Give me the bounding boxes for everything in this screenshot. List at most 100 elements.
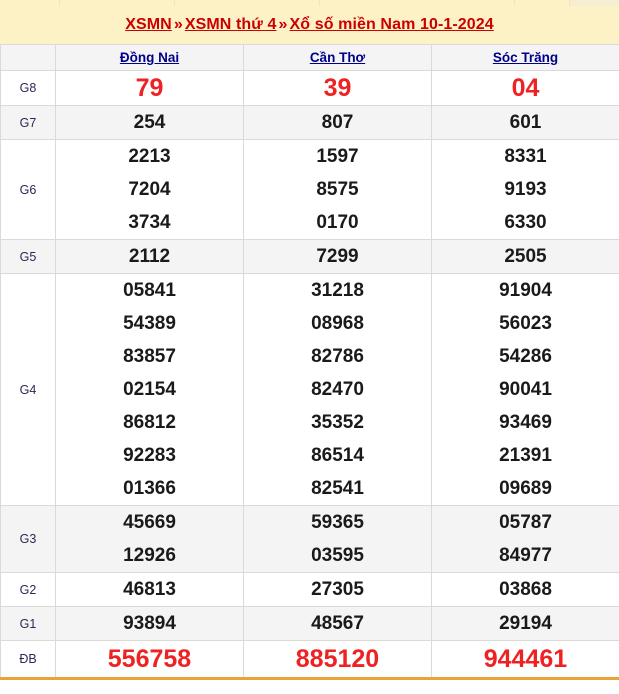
breadcrumb-separator: » (173, 16, 183, 33)
prize-number: 93894 (123, 613, 176, 634)
prize-cell-g2-soc-trang: 03868 (431, 572, 619, 607)
prize-label-g8: G8 (0, 70, 56, 106)
prize-number: 21391 (499, 445, 552, 466)
prize-number: 91904 (499, 280, 552, 301)
column-header-province-2: Cần Thơ (243, 44, 432, 71)
prize-cell-g4-soc-trang: 91904 56023 54286 90041 93469 21391 09689 (431, 273, 619, 506)
table-row-g1: G1 93894 48567 29194 (0, 606, 619, 641)
prize-number: 59365 (311, 512, 364, 533)
prize-number: 90041 (499, 379, 552, 400)
prize-number: 31218 (311, 280, 364, 301)
prize-number: 6330 (504, 212, 547, 233)
tab-fragment (515, 0, 570, 6)
province-link-soc-trang[interactable]: Sóc Trăng (493, 50, 558, 65)
prize-number: 7204 (128, 179, 171, 200)
tab-fragment (570, 0, 619, 6)
prize-number: 944461 (483, 645, 568, 673)
prize-number: 03595 (311, 545, 364, 566)
lottery-results-table: Đồng Nai Cần Thơ Sóc Trăng G8 79 39 04 G7 254… (0, 44, 619, 680)
prize-cell-g1-soc-trang: 29194 (431, 606, 619, 641)
prize-number: 54389 (123, 313, 176, 334)
prize-number: 08968 (311, 313, 364, 334)
tab-fragment (320, 0, 465, 6)
prize-number: 93469 (499, 412, 552, 433)
prize-label-g4: G4 (0, 273, 56, 506)
prize-cell-db-soc-trang: 944461 (431, 640, 619, 680)
prize-number: 9193 (504, 179, 547, 200)
prize-number: 254 (133, 112, 166, 133)
prize-number: 09689 (499, 478, 552, 499)
prize-cell-g3-can-tho: 59365 03595 (243, 505, 432, 573)
column-header-province-3: Sóc Trăng (431, 44, 619, 71)
prize-number: 05787 (499, 512, 552, 533)
prize-number: 601 (509, 112, 542, 133)
prize-cell-g8-soc-trang: 04 (431, 70, 619, 106)
breadcrumb-link-xsmn[interactable]: XSMN (125, 16, 172, 33)
prize-cell-g1-can-tho: 48567 (243, 606, 432, 641)
prize-number: 27305 (311, 579, 364, 600)
prize-number: 92283 (123, 445, 176, 466)
prize-cell-db-can-tho: 885120 (243, 640, 432, 680)
prize-label-g7: G7 (0, 105, 56, 140)
prize-cell-g6-dong-nai: 2213 7204 3734 (55, 139, 244, 240)
prize-number: 45669 (123, 512, 176, 533)
prize-number: 02154 (123, 379, 176, 400)
table-body: G8 79 39 04 G7 254 807 601 G6 2213 7204 3734 1597 857… (0, 70, 619, 680)
table-row-g3: G3 45669 12926 59365 03595 05787 84977 (0, 505, 619, 573)
prize-number: 1597 (316, 146, 359, 167)
prize-cell-g5-can-tho: 7299 (243, 239, 432, 274)
prize-cell-g8-can-tho: 39 (243, 70, 432, 106)
breadcrumb-link-xo-so-mien-nam-date[interactable]: Xổ số miền Nam 10-1-2024 (290, 16, 494, 33)
prize-number: 84977 (499, 545, 552, 566)
table-row-g2: G2 46813 27305 03868 (0, 572, 619, 607)
prize-number: 48567 (311, 613, 364, 634)
prize-number: 2505 (504, 246, 547, 267)
table-corner-cell (0, 44, 56, 71)
page-banner: XSMN» XSMN thứ 4» Xổ số miền Nam 10-1-2024 (0, 6, 619, 44)
prize-cell-g4-dong-nai: 05841 54389 83857 02154 86812 92283 01366 (55, 273, 244, 506)
prize-number: 05841 (123, 280, 176, 301)
table-row-g4: G4 05841 54389 83857 02154 86812 92283 01366 312… (0, 273, 619, 506)
prize-number: 39 (323, 74, 352, 102)
prize-label-g2: G2 (0, 572, 56, 607)
prize-number: 2213 (128, 146, 171, 167)
prize-label-g6: G6 (0, 139, 56, 240)
prize-number: 3734 (128, 212, 171, 233)
prize-number: 86812 (123, 412, 176, 433)
table-row-g5: G5 2112 7299 2505 (0, 239, 619, 274)
browser-tab-strip (0, 0, 619, 6)
prize-number: 79 (135, 74, 164, 102)
prize-number: 29194 (499, 613, 552, 634)
tab-fragment (0, 0, 60, 6)
prize-cell-g7-dong-nai: 254 (55, 105, 244, 140)
prize-cell-g6-can-tho: 1597 8575 0170 (243, 139, 432, 240)
prize-cell-db-dong-nai: 556758 (55, 640, 244, 680)
tab-fragment (60, 0, 175, 6)
prize-label-g1: G1 (0, 606, 56, 641)
prize-number: 556758 (107, 645, 192, 673)
breadcrumb-separator: » (278, 16, 288, 33)
breadcrumb-link-xsmn-thu-4[interactable]: XSMN thứ 4 (185, 16, 277, 33)
prize-cell-g3-soc-trang: 05787 84977 (431, 505, 619, 573)
prize-cell-g5-dong-nai: 2112 (55, 239, 244, 274)
table-row-db: ĐB 556758 885120 944461 (0, 640, 619, 680)
prize-number: 2112 (128, 246, 171, 267)
prize-cell-g7-soc-trang: 601 (431, 105, 619, 140)
prize-cell-g2-dong-nai: 46813 (55, 572, 244, 607)
prize-number: 8331 (504, 146, 547, 167)
table-row-g6: G6 2213 7204 3734 1597 8575 0170 8331 9193 6330 (0, 139, 619, 240)
prize-number: 86514 (311, 445, 364, 466)
table-header: Đồng Nai Cần Thơ Sóc Trăng (0, 44, 619, 71)
prize-number: 807 (321, 112, 354, 133)
prize-cell-g7-can-tho: 807 (243, 105, 432, 140)
prize-label-g5: G5 (0, 239, 56, 274)
province-link-can-tho[interactable]: Cần Thơ (310, 50, 365, 65)
prize-number: 7299 (316, 246, 359, 267)
prize-label-g3: G3 (0, 505, 56, 573)
prize-number: 12926 (123, 545, 176, 566)
province-link-dong-nai[interactable]: Đồng Nai (120, 50, 179, 65)
prize-cell-g8-dong-nai: 79 (55, 70, 244, 106)
column-header-province-1: Đồng Nai (55, 44, 244, 71)
prize-cell-g2-can-tho: 27305 (243, 572, 432, 607)
prize-number: 56023 (499, 313, 552, 334)
